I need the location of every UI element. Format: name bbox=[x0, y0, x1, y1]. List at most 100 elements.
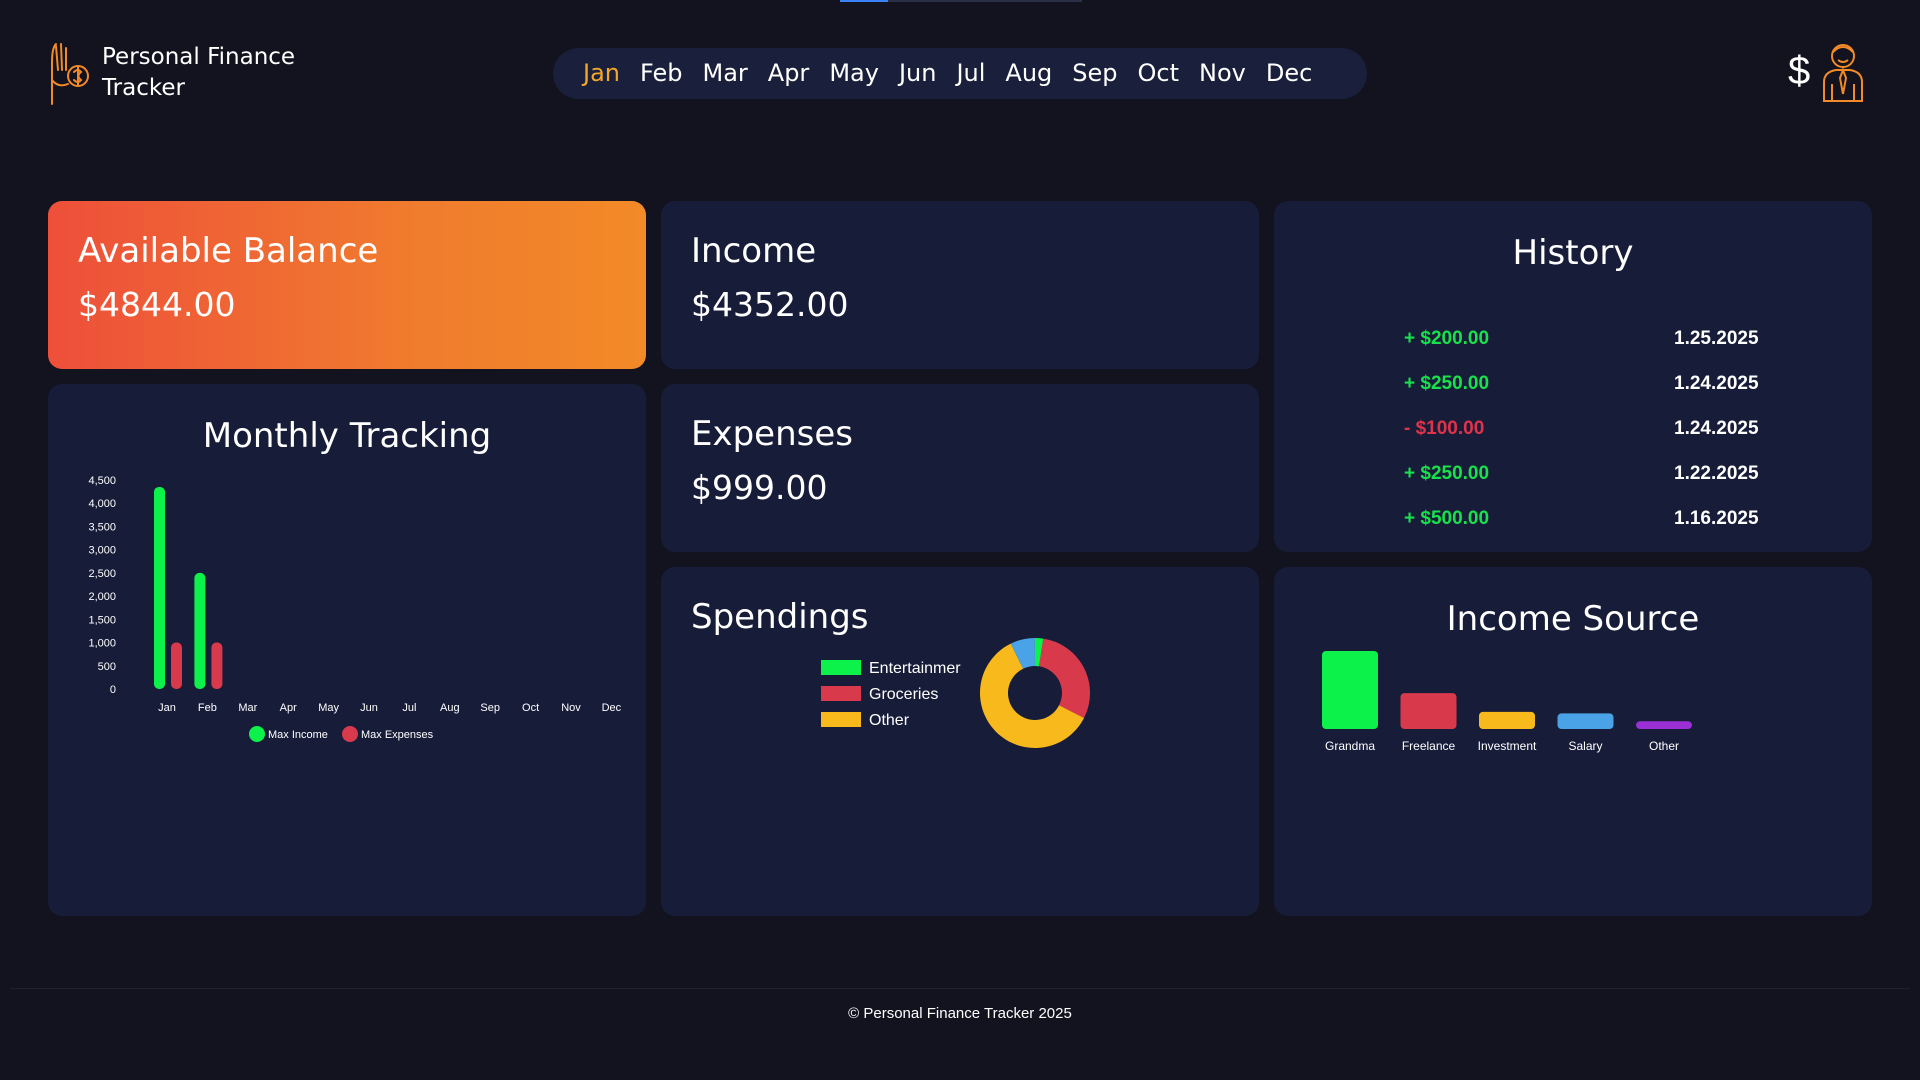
history-date: 1.16.2025 bbox=[1674, 507, 1759, 529]
y-tick-label: 4,500 bbox=[88, 475, 116, 487]
x-tick-label: Oct bbox=[522, 702, 539, 714]
income-source-bar[interactable] bbox=[1322, 651, 1378, 729]
month-tab-feb[interactable]: Feb bbox=[630, 48, 693, 99]
history-card[interactable]: History + $200.00 1.25.2025 + $250.00 1.24.… bbox=[1274, 201, 1872, 552]
y-tick-label: 2,000 bbox=[88, 591, 116, 603]
legend-swatch bbox=[342, 726, 358, 742]
top-scroll-indicator bbox=[840, 0, 1082, 2]
income-source-bar[interactable] bbox=[1479, 711, 1535, 729]
expenses-value: $999.00 bbox=[691, 468, 828, 507]
month-tab-dec[interactable]: Dec bbox=[1256, 48, 1322, 99]
history-amount: + $250.00 bbox=[1404, 372, 1490, 394]
businessman-avatar-icon[interactable] bbox=[1820, 40, 1866, 102]
legend-label: Max Expenses bbox=[361, 729, 434, 741]
y-tick-label: 0 bbox=[110, 684, 116, 696]
y-tick-label: 500 bbox=[98, 661, 116, 673]
history-amount: + $250.00 bbox=[1404, 462, 1490, 484]
balance-label: Available Balance bbox=[78, 231, 379, 271]
income-source-bar[interactable] bbox=[1636, 721, 1692, 729]
app-title: Personal Finance Tracker bbox=[102, 44, 296, 101]
legend-label: Groceries bbox=[869, 686, 938, 703]
x-tick-label: Mar bbox=[238, 702, 257, 714]
history-date: 1.24.2025 bbox=[1674, 372, 1759, 394]
x-tick-label: May bbox=[318, 702, 339, 714]
x-tick-label: Jun bbox=[360, 702, 378, 714]
month-tab-oct[interactable]: Oct bbox=[1128, 48, 1190, 99]
legend-label: Other bbox=[869, 712, 910, 729]
y-tick-label: 4,000 bbox=[88, 498, 116, 510]
history-row: + $250.00 1.22.2025 bbox=[1404, 451, 1784, 496]
category-label: Salary bbox=[1568, 739, 1602, 753]
history-date: 1.24.2025 bbox=[1674, 417, 1759, 439]
expense-bar[interactable] bbox=[211, 642, 223, 689]
footer-text: © Personal Finance Tracker 2025 bbox=[848, 1005, 1072, 1022]
y-tick-label: 2,500 bbox=[88, 568, 116, 580]
legend-swatch bbox=[249, 726, 265, 742]
history-amount: + $500.00 bbox=[1404, 507, 1490, 529]
history-row: + $250.00 1.24.2025 bbox=[1404, 361, 1784, 406]
history-date: 1.25.2025 bbox=[1674, 327, 1759, 349]
history-row: + $200.00 1.25.2025 bbox=[1404, 316, 1784, 361]
legend-swatch bbox=[821, 660, 861, 675]
x-tick-label: Dec bbox=[602, 702, 622, 714]
hand-coin-icon bbox=[51, 43, 89, 105]
y-tick-label: 3,500 bbox=[88, 521, 116, 533]
donut-slice[interactable] bbox=[1039, 638, 1090, 718]
x-tick-label: Jan bbox=[158, 702, 176, 714]
spendings-card: Spendings Entertainmer Groceries Other bbox=[661, 567, 1259, 916]
monthly-tracking-card: Monthly Tracking 0 500 1,000 1,500 2,000 2,50… bbox=[48, 384, 646, 916]
history-amount: + $200.00 bbox=[1404, 327, 1490, 349]
history-row: - $100.00 1.24.2025 bbox=[1404, 406, 1784, 451]
expenses-label: Expenses bbox=[691, 414, 853, 454]
x-tick-label: Aug bbox=[440, 702, 460, 714]
income-source-chart: Grandma Freelance Investment Salary Other bbox=[1322, 651, 1692, 753]
legend-label: Entertainmer bbox=[869, 660, 961, 677]
expenses-card: Expenses $999.00 bbox=[661, 384, 1259, 552]
income-bar[interactable] bbox=[154, 486, 165, 689]
balance-value: $4844.00 bbox=[78, 285, 236, 324]
month-tab-apr[interactable]: Apr bbox=[758, 48, 820, 99]
month-tab-mar[interactable]: Mar bbox=[693, 48, 758, 99]
category-label: Investment bbox=[1478, 739, 1537, 753]
legend-swatch bbox=[821, 686, 861, 701]
x-tick-label: Feb bbox=[198, 702, 217, 714]
income-source-card: Income Source Grandma Freelance Investment… bbox=[1274, 567, 1872, 916]
history-amount: - $100.00 bbox=[1404, 417, 1485, 439]
spendings-chart: Entertainmer Groceries Other bbox=[821, 638, 1090, 748]
month-tab-sep[interactable]: Sep bbox=[1062, 48, 1127, 99]
history-date: 1.22.2025 bbox=[1674, 462, 1759, 484]
x-tick-label: Apr bbox=[280, 702, 297, 714]
income-label: Income bbox=[691, 231, 817, 271]
month-selector: Jan Feb Mar Apr May Jun Jul Aug Sep Oct Nov Dec bbox=[553, 48, 1367, 99]
income-card: Income $4352.00 bbox=[661, 201, 1259, 369]
history-title: History bbox=[1512, 233, 1634, 273]
monthly-tracking-chart: 0 500 1,000 1,500 2,000 2,500 3,000 3,500 4,000 4… bbox=[88, 475, 622, 742]
legend-label: Max Income bbox=[268, 729, 328, 741]
app-logo[interactable]: Personal Finance Tracker bbox=[48, 40, 322, 106]
x-tick-label: Jul bbox=[402, 702, 416, 714]
category-label: Freelance bbox=[1402, 739, 1456, 753]
month-tab-jun[interactable]: Jun bbox=[889, 48, 947, 99]
income-source-bar[interactable] bbox=[1400, 693, 1457, 729]
category-label: Other bbox=[1649, 739, 1679, 753]
income-bar[interactable] bbox=[194, 572, 206, 689]
x-tick-label: Sep bbox=[480, 702, 500, 714]
history-list[interactable]: + $200.00 1.25.2025 + $250.00 1.24.2025- $1… bbox=[1404, 316, 1784, 541]
expense-bar[interactable] bbox=[171, 642, 182, 689]
currency-symbol: $ bbox=[1788, 48, 1811, 93]
month-tab-nov[interactable]: Nov bbox=[1189, 48, 1256, 99]
month-tab-may[interactable]: May bbox=[819, 48, 889, 99]
month-tab-aug[interactable]: Aug bbox=[995, 48, 1062, 99]
y-tick-label: 1,500 bbox=[88, 614, 116, 626]
history-row: + $500.00 1.16.2025 bbox=[1404, 496, 1784, 541]
y-tick-label: 3,000 bbox=[88, 545, 116, 557]
profile-area[interactable]: $ bbox=[1788, 40, 1866, 102]
income-source-bar[interactable] bbox=[1557, 713, 1614, 729]
legend-swatch bbox=[821, 712, 861, 727]
category-label: Grandma bbox=[1325, 739, 1375, 753]
month-tab-jul[interactable]: Jul bbox=[946, 48, 995, 99]
month-tab-jan[interactable]: Jan bbox=[573, 48, 630, 99]
y-tick-label: 1,000 bbox=[88, 638, 116, 650]
available-balance-card: Available Balance $4844.00 bbox=[48, 201, 646, 369]
x-tick-label: Nov bbox=[561, 702, 581, 714]
